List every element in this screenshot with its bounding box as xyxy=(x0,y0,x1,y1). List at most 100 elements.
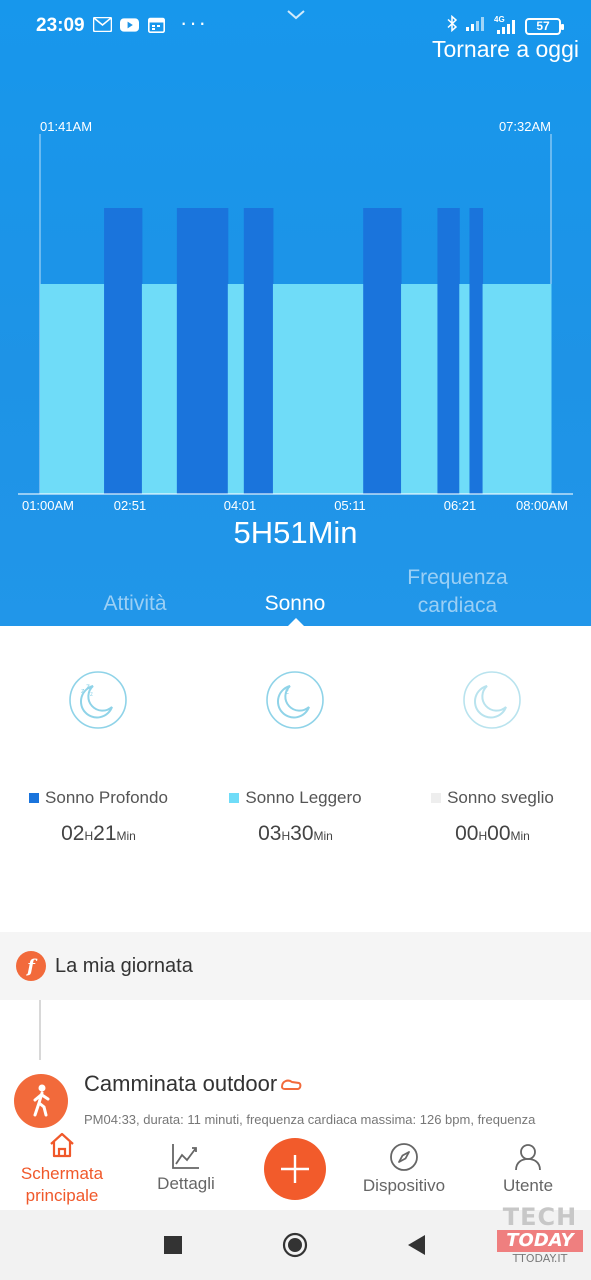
x-tick-label: 08:00AM xyxy=(516,498,568,513)
minutes-unit: Min xyxy=(510,829,530,843)
plus-icon xyxy=(281,1155,309,1183)
sleep-duration: 5H51Min xyxy=(233,515,358,550)
watermark-logo: TECH TODAY TTODAY.IT xyxy=(497,1204,583,1274)
chart-end-label: 07:32AM xyxy=(499,119,551,134)
svg-text:z: z xyxy=(285,687,289,696)
back-to-today-link[interactable]: Tornare a oggi xyxy=(432,36,579,63)
recent-apps-icon[interactable] xyxy=(164,1236,182,1254)
x-tick-label: 01:00AM xyxy=(22,498,74,513)
sleep-header-panel: 23:09 ··· 4G 57 Tornare a oggi 01:41AM 0… xyxy=(0,0,591,627)
legend-light-sleep: Sonno Leggero xyxy=(197,788,394,808)
compass-icon xyxy=(390,1143,418,1171)
light-sleep-moon-icon: z xyxy=(266,671,324,729)
sleep-bar-light-2 xyxy=(141,284,178,494)
nav-device-label: Dispositivo xyxy=(362,1176,446,1195)
nav-home-label-line2: principale xyxy=(25,1186,99,1205)
minutes-unit: Min xyxy=(116,829,136,843)
minutes-value: 21 xyxy=(93,822,117,845)
activity-title: Camminata outdoor xyxy=(84,1071,278,1096)
nav-user-label: Utente xyxy=(502,1176,554,1195)
stat-deep-sleep: z z z Sonno Profondo 02H21Min xyxy=(0,626,197,932)
svg-text:z: z xyxy=(90,692,93,698)
x-tick-label: 02:51 xyxy=(114,498,147,513)
tab-heart-rate[interactable]: Frequenza cardiaca xyxy=(380,564,535,620)
sleep-bar-light-10 xyxy=(459,284,470,494)
minutes-value: 00 xyxy=(487,822,511,845)
nav-details-label: Dettagli xyxy=(157,1174,215,1193)
deep-sleep-moon-icon: z z z xyxy=(69,671,127,729)
activity-item[interactable]: Camminata outdoor xyxy=(84,1071,302,1097)
hours-unit: H xyxy=(281,829,291,843)
minutes-unit: Min xyxy=(313,829,333,843)
youtube-icon xyxy=(120,16,139,33)
sleep-bar-deep-5 xyxy=(243,208,274,494)
stat-value-light: 03H30Min xyxy=(197,822,394,846)
back-triangle-icon[interactable] xyxy=(406,1234,426,1256)
hours-value: 00 xyxy=(455,822,479,845)
watermark-domain: TTODAY.IT xyxy=(512,1252,568,1265)
chart-start-label: 01:41AM xyxy=(40,119,92,134)
legend-awake: Sonno sveglio xyxy=(394,788,591,808)
calendar-icon xyxy=(147,16,166,33)
sleep-bar-light-8 xyxy=(401,284,438,494)
sleep-bar-deep-9 xyxy=(437,208,460,494)
nav-details[interactable]: Dettagli xyxy=(126,1130,246,1195)
walking-icon[interactable] xyxy=(14,1074,68,1128)
x-tick-label: 05:11 xyxy=(334,498,366,513)
legend-swatch-deep xyxy=(29,793,40,803)
system-status-icons: 4G 57 xyxy=(447,14,564,37)
hours-value: 03 xyxy=(258,822,282,845)
sleep-bar-deep-1 xyxy=(104,208,143,494)
tab-activity[interactable]: Attività xyxy=(70,592,200,616)
sleep-bar-light-6 xyxy=(272,284,364,494)
awake-moon-icon xyxy=(463,671,521,729)
nav-home[interactable]: Schermata principale xyxy=(0,1130,124,1207)
activity-description: PM04:33, durata: 11 minuti, frequenza ca… xyxy=(84,1112,536,1127)
stat-awake: Sonno sveglio 00H00Min xyxy=(394,626,591,932)
watermark-tech: TECH xyxy=(502,1203,578,1231)
tab-sleep[interactable]: Sonno xyxy=(235,592,355,616)
sleep-bar-deep-7 xyxy=(363,208,402,494)
hours-unit: H xyxy=(84,829,94,843)
svg-text:z: z xyxy=(86,682,90,691)
status-time: 23:09 xyxy=(36,15,85,36)
sleep-bar-deep-3 xyxy=(176,208,229,494)
nav-device[interactable]: Dispositivo xyxy=(344,1130,464,1197)
svg-text:z: z xyxy=(81,688,85,695)
sleep-stats: z z z Sonno Profondo 02H21Min z Sonno Le… xyxy=(0,626,591,932)
battery-icon: 57 xyxy=(525,17,564,35)
sleep-bar-deep-11 xyxy=(469,208,484,494)
legend-swatch-awake xyxy=(431,793,442,803)
stat-value-deep: 02H21Min xyxy=(0,822,197,846)
legend-label: Sonno Profondo xyxy=(45,788,168,807)
nav-user[interactable]: Utente xyxy=(470,1130,586,1197)
my-day-title: La mia giornata xyxy=(55,954,193,977)
sleep-bar-light-12 xyxy=(482,284,552,494)
legend-label: Sonno Leggero xyxy=(245,788,362,807)
legend-swatch-light xyxy=(229,793,240,803)
x-tick-label: 04:01 xyxy=(224,498,257,513)
home-circle-icon[interactable] xyxy=(282,1232,308,1258)
home-icon xyxy=(50,1132,74,1158)
sleep-bar-light-0 xyxy=(40,284,105,494)
notification-icons xyxy=(93,16,166,33)
legend-deep-sleep: Sonno Profondo xyxy=(0,788,197,808)
sleep-bar-light-4 xyxy=(227,284,245,494)
bluetooth-icon xyxy=(447,14,458,37)
add-button[interactable] xyxy=(264,1138,326,1200)
x-tick-label: 06:21 xyxy=(444,498,477,513)
timeline-line xyxy=(39,1000,41,1060)
my-day-header: f La mia giornata xyxy=(0,932,591,1000)
more-notifications-icon: ··· xyxy=(180,10,208,35)
chart-line-icon xyxy=(172,1144,199,1169)
legend-label: Sonno sveglio xyxy=(447,788,554,807)
nav-home-label-line1: Schermata xyxy=(20,1164,104,1183)
app-logo-icon: f xyxy=(16,951,46,981)
stat-light-sleep: z Sonno Leggero 03H30Min xyxy=(197,626,394,932)
user-icon xyxy=(515,1144,541,1171)
chevron-down-icon[interactable] xyxy=(286,8,306,26)
stat-value-awake: 00H00Min xyxy=(394,822,591,846)
signal-icon xyxy=(465,16,487,37)
sleep-chart: 01:41AM 07:32AM 01:00AM 02:51 04:01 05:11 06:2… xyxy=(18,119,573,513)
hours-value: 02 xyxy=(61,822,85,845)
